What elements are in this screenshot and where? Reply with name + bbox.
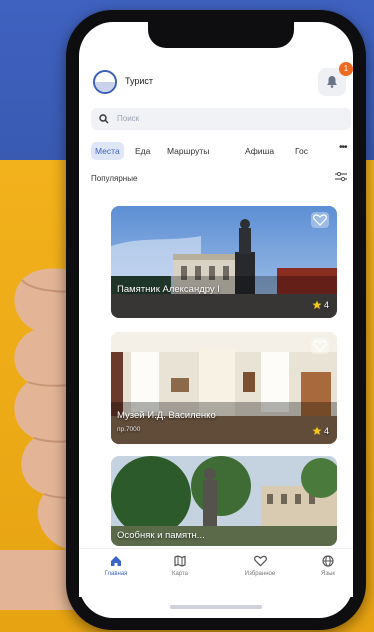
notification-badge: 1 <box>339 62 353 76</box>
section-title: Популярные <box>91 174 138 183</box>
app-header: Турист 1 <box>93 62 353 100</box>
bell-icon <box>327 76 337 88</box>
nav-label: Карта <box>171 571 189 577</box>
tab-events[interactable]: Афиша <box>245 142 274 160</box>
home-icon <box>111 556 121 566</box>
tab-food[interactable]: Еда <box>135 142 150 160</box>
nav-item-map[interactable]: Карта <box>153 555 207 577</box>
search-input[interactable]: Поиск <box>91 108 351 130</box>
app-title: Турист <box>125 76 154 86</box>
phone-notch <box>148 22 294 48</box>
tab-routes[interactable]: Маршруты <box>167 142 209 160</box>
heart-icon <box>313 340 327 352</box>
tab-gos[interactable]: Гос <box>295 142 308 160</box>
card-subtitle: пр.7000 <box>117 426 141 433</box>
nav-item-home[interactable]: Главная <box>89 555 143 577</box>
card-photo-museum <box>111 332 337 444</box>
nav-item-favorites[interactable]: Избранное <box>233 555 287 577</box>
app-logo <box>93 70 117 94</box>
card-title: Особняк и памятн... <box>117 530 205 541</box>
filter-icon[interactable] <box>335 172 347 182</box>
globe-icon <box>322 555 334 567</box>
favorite-button[interactable] <box>311 212 329 228</box>
heart-icon <box>253 555 267 567</box>
card-photo-monument <box>111 206 337 318</box>
star-icon <box>312 300 322 309</box>
place-card[interactable]: Памятник Александру I 4 <box>111 206 337 318</box>
search-placeholder: Поиск <box>117 114 140 123</box>
card-rating: 4 <box>312 426 329 436</box>
favorite-button[interactable] <box>311 338 329 354</box>
phone-screen: Турист 1 Поиск Места Еда Маршруты Афиша … <box>79 22 353 618</box>
star-icon <box>312 426 322 435</box>
home-indicator <box>170 605 262 609</box>
card-title: Памятник Александру I <box>117 284 220 295</box>
nav-label: Избранное <box>244 571 276 577</box>
nav-label: Главная <box>104 571 128 577</box>
place-card[interactable]: Особняк и памятн... <box>111 456 337 546</box>
map-icon <box>174 555 186 567</box>
bottom-nav: Главная Карта Избранное Язык <box>79 548 353 597</box>
category-tabs: Места Еда Маршруты Афиша Гос ••• <box>91 140 353 162</box>
card-rating: 4 <box>312 300 329 310</box>
nav-item-language[interactable]: Язык <box>301 555 355 577</box>
tabs-more-icon[interactable]: ••• <box>339 142 347 153</box>
place-card[interactable]: Музей И.Д. Василенко пр.7000 4 <box>111 332 337 444</box>
tab-places[interactable]: Места <box>91 142 124 160</box>
heart-icon <box>313 214 327 226</box>
rating-value: 4 <box>323 300 329 310</box>
rating-value: 4 <box>323 426 329 436</box>
card-title: Музей И.Д. Василенко <box>117 410 216 421</box>
nav-label: Язык <box>320 571 336 577</box>
search-icon <box>99 114 109 124</box>
